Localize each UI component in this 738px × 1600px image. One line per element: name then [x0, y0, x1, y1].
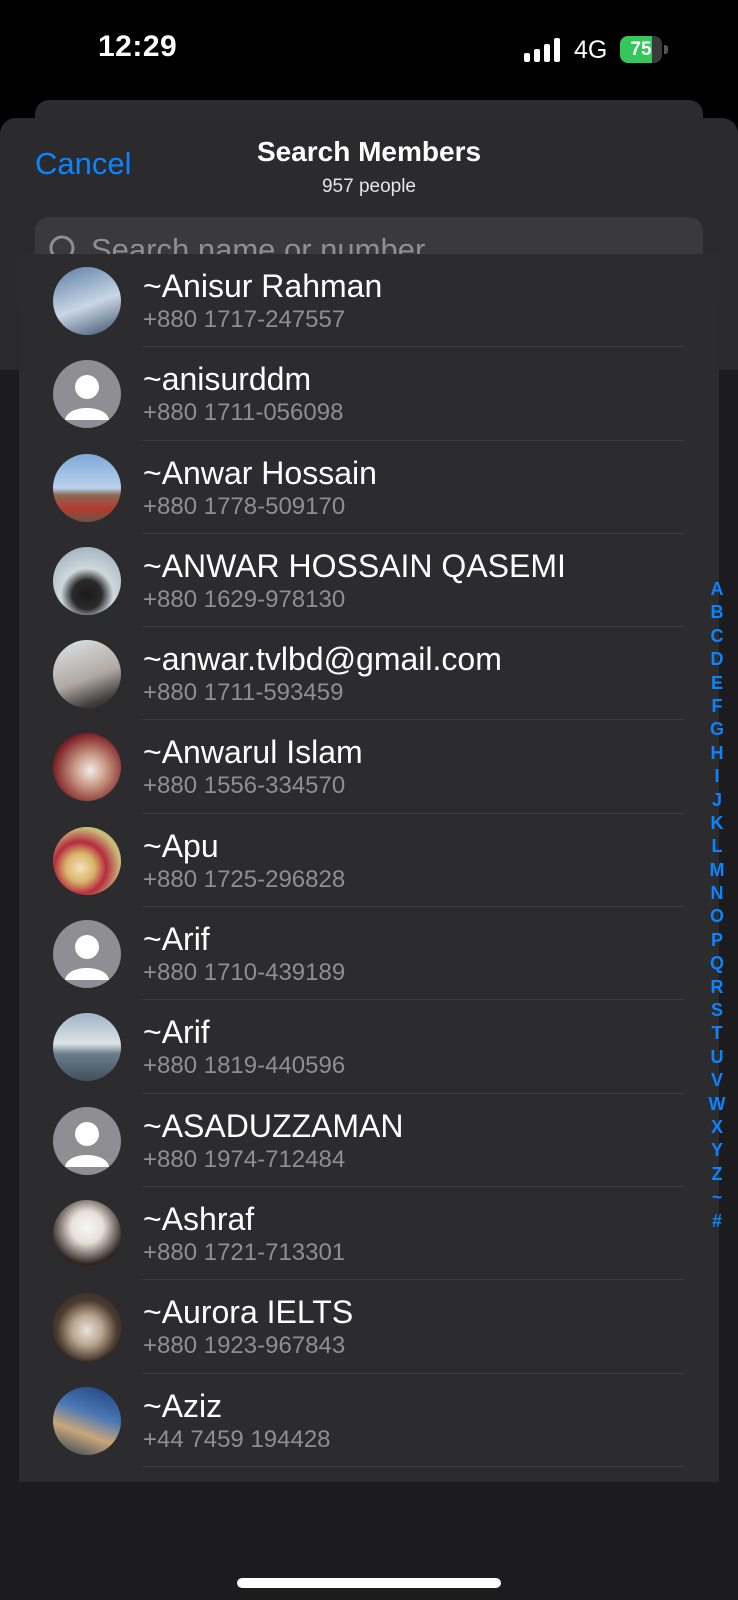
signal-icon — [524, 38, 562, 62]
avatar — [53, 733, 121, 802]
member-name: ~Aurora IELTS — [143, 1294, 354, 1331]
member-phone: +44 7459 194428 — [143, 1425, 331, 1453]
member-row[interactable]: ~Anwarul Islam +880 1556-334570 — [19, 720, 719, 814]
avatar — [53, 1293, 121, 1362]
member-row[interactable]: ~ASADUZZAMAN +880 1974-712484 — [19, 1094, 719, 1187]
member-name: ~anwar.tvlbd@gmail.com — [143, 641, 502, 678]
member-name: ~Arif — [143, 921, 210, 958]
index-letter[interactable]: F — [704, 695, 730, 718]
home-indicator — [237, 1578, 501, 1588]
index-letter[interactable]: ~ — [704, 1186, 730, 1209]
index-letter[interactable]: I — [704, 765, 730, 788]
member-phone: +880 1721-713301 — [143, 1238, 346, 1266]
index-letter[interactable]: L — [704, 835, 730, 858]
member-row[interactable]: ~Arif +880 1819-440596 — [19, 1000, 719, 1094]
index-letter[interactable]: N — [704, 882, 730, 905]
member-name: ~Anwar Hossain — [143, 454, 377, 491]
index-letter[interactable]: G — [704, 718, 730, 741]
member-name: ~Anisur Rahman — [143, 268, 383, 304]
avatar — [53, 360, 121, 429]
index-letter[interactable]: B — [704, 601, 730, 624]
index-letter[interactable]: W — [704, 1093, 730, 1116]
index-letter[interactable]: R — [704, 976, 730, 999]
status-bar: 12:29 4G 75 — [0, 0, 738, 100]
index-letter[interactable]: K — [704, 812, 730, 835]
member-phone: +880 1923-967843 — [143, 1332, 346, 1360]
member-row[interactable]: ~anisurddm +880 1711-056098 — [19, 347, 719, 441]
member-name: ~anisurddm — [143, 361, 312, 398]
avatar — [53, 1199, 121, 1268]
member-count: 957 people — [321, 176, 417, 197]
member-name: ~Ashraf — [143, 1200, 255, 1237]
index-letter[interactable]: T — [704, 1022, 730, 1045]
member-row[interactable]: ~Aziz +44 7459 194428 — [19, 1374, 719, 1467]
battery-icon: 75 — [620, 36, 670, 63]
index-letter[interactable]: C — [704, 625, 730, 648]
member-phone: +880 1819-440596 — [143, 1052, 346, 1080]
index-letter[interactable]: E — [704, 672, 730, 695]
avatar — [53, 546, 121, 615]
member-row[interactable]: ~Aurora IELTS +880 1923-967843 — [19, 1280, 719, 1374]
index-letter[interactable]: M — [704, 859, 730, 882]
member-name: ~ANWAR HOSSAIN QASEMI — [143, 547, 566, 584]
avatar — [53, 267, 121, 335]
status-time: 12:29 — [98, 30, 178, 63]
member-row[interactable]: ~anwar.tvlbd@gmail.com +880 1711-593459 — [19, 627, 719, 721]
index-letter[interactable]: # — [704, 1210, 730, 1233]
index-letter[interactable]: O — [704, 905, 730, 928]
person-icon — [65, 375, 109, 421]
avatar — [53, 1013, 121, 1082]
index-letter[interactable]: S — [704, 999, 730, 1022]
battery-level: 75 — [630, 39, 652, 60]
member-row[interactable]: ~Anwar Hossain +880 1778-509170 — [19, 441, 719, 534]
avatar — [53, 453, 121, 522]
member-name: ~Arif — [143, 1014, 210, 1051]
index-letter[interactable]: V — [704, 1069, 730, 1092]
member-name: ~ASADUZZAMAN — [143, 1107, 404, 1144]
index-letter[interactable]: D — [704, 648, 730, 671]
member-phone: +880 1725-296828 — [143, 865, 346, 893]
member-list: ~Anisur Rahman +880 1717-247557 ~anisurddm… — [19, 254, 719, 1482]
member-row[interactable]: ~Anisur Rahman +880 1717-247557 — [19, 254, 719, 348]
index-letter[interactable]: Z — [704, 1163, 730, 1186]
member-name: ~Apu — [143, 827, 219, 864]
index-letter[interactable]: Q — [704, 952, 730, 975]
member-row[interactable]: ~Arif +880 1710-439189 — [19, 907, 719, 1001]
member-phone: +880 1556-334570 — [143, 772, 346, 800]
avatar — [53, 1106, 121, 1175]
member-phone: +880 1710-439189 — [143, 959, 346, 987]
member-phone: +880 1974-712484 — [143, 1145, 346, 1173]
row-divider — [143, 1465, 684, 1467]
member-name: ~Anwarul Islam — [143, 734, 363, 771]
index-letter[interactable]: U — [704, 1046, 730, 1069]
index-letter[interactable]: H — [704, 742, 730, 765]
member-row[interactable]: ~Ashraf +880 1721-713301 — [19, 1187, 719, 1281]
index-letter[interactable]: X — [704, 1116, 730, 1139]
member-name: ~Aziz — [143, 1387, 223, 1424]
member-row[interactable]: ~ANWAR HOSSAIN QASEMI +880 1629-978130 — [19, 534, 719, 628]
alphabet-index[interactable]: A B C D E F G H I J K L M N O P Q R S T U V W X Y Z ~ # — [704, 578, 730, 1233]
page-title: Search Members — [256, 136, 482, 167]
member-phone: +880 1778-509170 — [143, 492, 346, 520]
member-phone: +880 1711-593459 — [143, 679, 344, 707]
avatar — [53, 1386, 121, 1455]
member-phone: +880 1629-978130 — [143, 585, 346, 613]
index-letter[interactable]: Y — [704, 1139, 730, 1162]
index-letter[interactable]: P — [704, 929, 730, 952]
member-row[interactable]: ~Apu +880 1725-296828 — [19, 814, 719, 908]
network-type: 4G — [574, 36, 608, 64]
member-phone: +880 1711-056098 — [143, 399, 344, 427]
avatar — [53, 920, 121, 989]
avatar — [53, 826, 121, 895]
person-icon — [65, 935, 109, 981]
index-letter[interactable]: J — [704, 789, 730, 812]
member-phone: +880 1717-247557 — [143, 306, 346, 333]
avatar — [53, 640, 121, 709]
index-letter[interactable]: A — [704, 578, 730, 601]
person-icon — [65, 1121, 109, 1167]
